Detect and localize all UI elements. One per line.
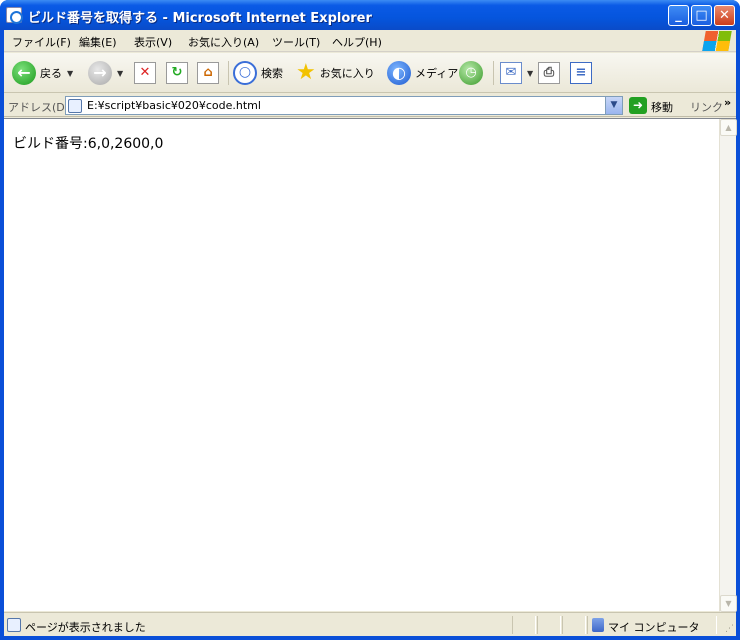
vertical-scrollbar[interactable]: ▲ ▼ (719, 119, 737, 612)
print-button[interactable]: ⎙ (538, 59, 560, 87)
favorites-label: お気に入り (319, 67, 375, 80)
history-button[interactable]: ◷ (459, 59, 483, 87)
scroll-down-icon[interactable]: ▼ (720, 595, 737, 612)
mail-button[interactable]: ✉ ▼ (500, 59, 533, 87)
menu-help[interactable]: ヘルプ(H) (332, 34, 382, 50)
menu-tools[interactable]: ツール(T) (272, 34, 320, 50)
address-dropdown-icon[interactable]: ▼ (605, 97, 622, 114)
print-icon: ⎙ (538, 62, 560, 84)
refresh-icon: ↻ (166, 62, 188, 84)
stop-button[interactable]: ✕ (134, 59, 156, 87)
back-button[interactable]: ← 戻る ▼ (12, 59, 73, 87)
window-title: ビルド番号を取得する - Microsoft Internet Explorer (28, 11, 372, 26)
security-zone: マイ コンピュータ (608, 621, 700, 634)
forward-dropdown-icon[interactable]: ▼ (117, 69, 123, 78)
go-arrow-icon[interactable]: ➜ (629, 97, 647, 114)
status-bar: ページが表示されました マイ コンピュータ ⋰ (4, 612, 736, 636)
page-content: ビルド番号:6,0,2600,0 ▲ ▼ (4, 118, 737, 612)
menu-favorites[interactable]: お気に入り(A) (188, 34, 259, 50)
edit-icon: ≡ (570, 62, 592, 84)
search-label: 検索 (261, 67, 283, 80)
back-arrow-icon: ← (12, 61, 36, 85)
maximize-button[interactable]: □ (691, 5, 712, 26)
status-cell (537, 616, 561, 634)
forward-arrow-icon: → (88, 61, 112, 85)
menu-file[interactable]: ファイル(F) (12, 34, 71, 50)
resize-grip-icon[interactable]: ⋰ (725, 624, 734, 634)
address-label: アドレス(D) (8, 101, 70, 114)
title-bar[interactable]: ビルド番号を取得する - Microsoft Internet Explorer… (0, 0, 740, 30)
toolbar-separator (228, 61, 229, 85)
star-icon: ★ (296, 60, 316, 85)
home-icon: ⌂ (197, 62, 219, 84)
home-button[interactable]: ⌂ (197, 59, 219, 87)
status-text: ページが表示されました (25, 621, 146, 634)
media-label: メディア (415, 67, 459, 80)
address-bar: アドレス(D) E:¥script¥basic¥020¥code.html ▼ … (4, 94, 736, 117)
search-icon: ○ (233, 61, 257, 85)
address-value[interactable]: E:¥script¥basic¥020¥code.html (87, 99, 261, 112)
links-button[interactable]: リンク (690, 99, 723, 115)
toolbar-separator (493, 61, 494, 85)
scroll-up-icon[interactable]: ▲ (720, 119, 737, 136)
search-button[interactable]: ○ 検索 (233, 59, 283, 87)
favorites-button[interactable]: ★ お気に入り (296, 59, 375, 87)
refresh-button[interactable]: ↻ (166, 59, 188, 87)
status-cell (512, 616, 536, 634)
menu-edit[interactable]: 編集(E) (79, 34, 117, 50)
computer-icon (592, 618, 604, 632)
windows-logo-icon (702, 31, 732, 51)
menu-bar: ファイル(F) 編集(E) 表示(V) お気に入り(A) ツール(T) ヘルプ(… (4, 30, 736, 52)
media-button[interactable]: ◐ メディア (387, 59, 458, 87)
back-dropdown-icon[interactable]: ▼ (67, 69, 73, 78)
close-button[interactable]: ✕ (714, 5, 735, 26)
back-label: 戻る (40, 67, 62, 80)
history-icon: ◷ (459, 61, 483, 85)
build-number-text: ビルド番号:6,0,2600,0 (13, 136, 164, 152)
mail-icon: ✉ (500, 62, 522, 84)
forward-button[interactable]: → ▼ (88, 59, 123, 87)
media-icon: ◐ (387, 61, 411, 85)
ie-page-icon (6, 7, 23, 24)
mail-dropdown-icon[interactable]: ▼ (527, 69, 533, 78)
edit-button[interactable]: ≡ (570, 59, 592, 87)
address-input[interactable]: E:¥script¥basic¥020¥code.html ▼ (65, 96, 623, 115)
go-button[interactable]: 移動 (651, 99, 673, 115)
menu-view[interactable]: 表示(V) (134, 34, 172, 50)
minimize-button[interactable]: _ (668, 5, 689, 26)
stop-icon: ✕ (134, 62, 156, 84)
toolbar: ← 戻る ▼ → ▼ ✕ ↻ ⌂ ○ 検索 ★ お気に入り ◐ メディア ◷ ✉… (4, 53, 736, 93)
status-page-icon (7, 618, 21, 632)
browser-window: ビルド番号を取得する - Microsoft Internet Explorer… (0, 0, 740, 640)
page-icon (68, 99, 82, 113)
links-chevron-icon[interactable]: » (724, 96, 731, 109)
status-cell (562, 616, 586, 634)
window-body: ファイル(F) 編集(E) 表示(V) お気に入り(A) ツール(T) ヘルプ(… (4, 30, 737, 636)
